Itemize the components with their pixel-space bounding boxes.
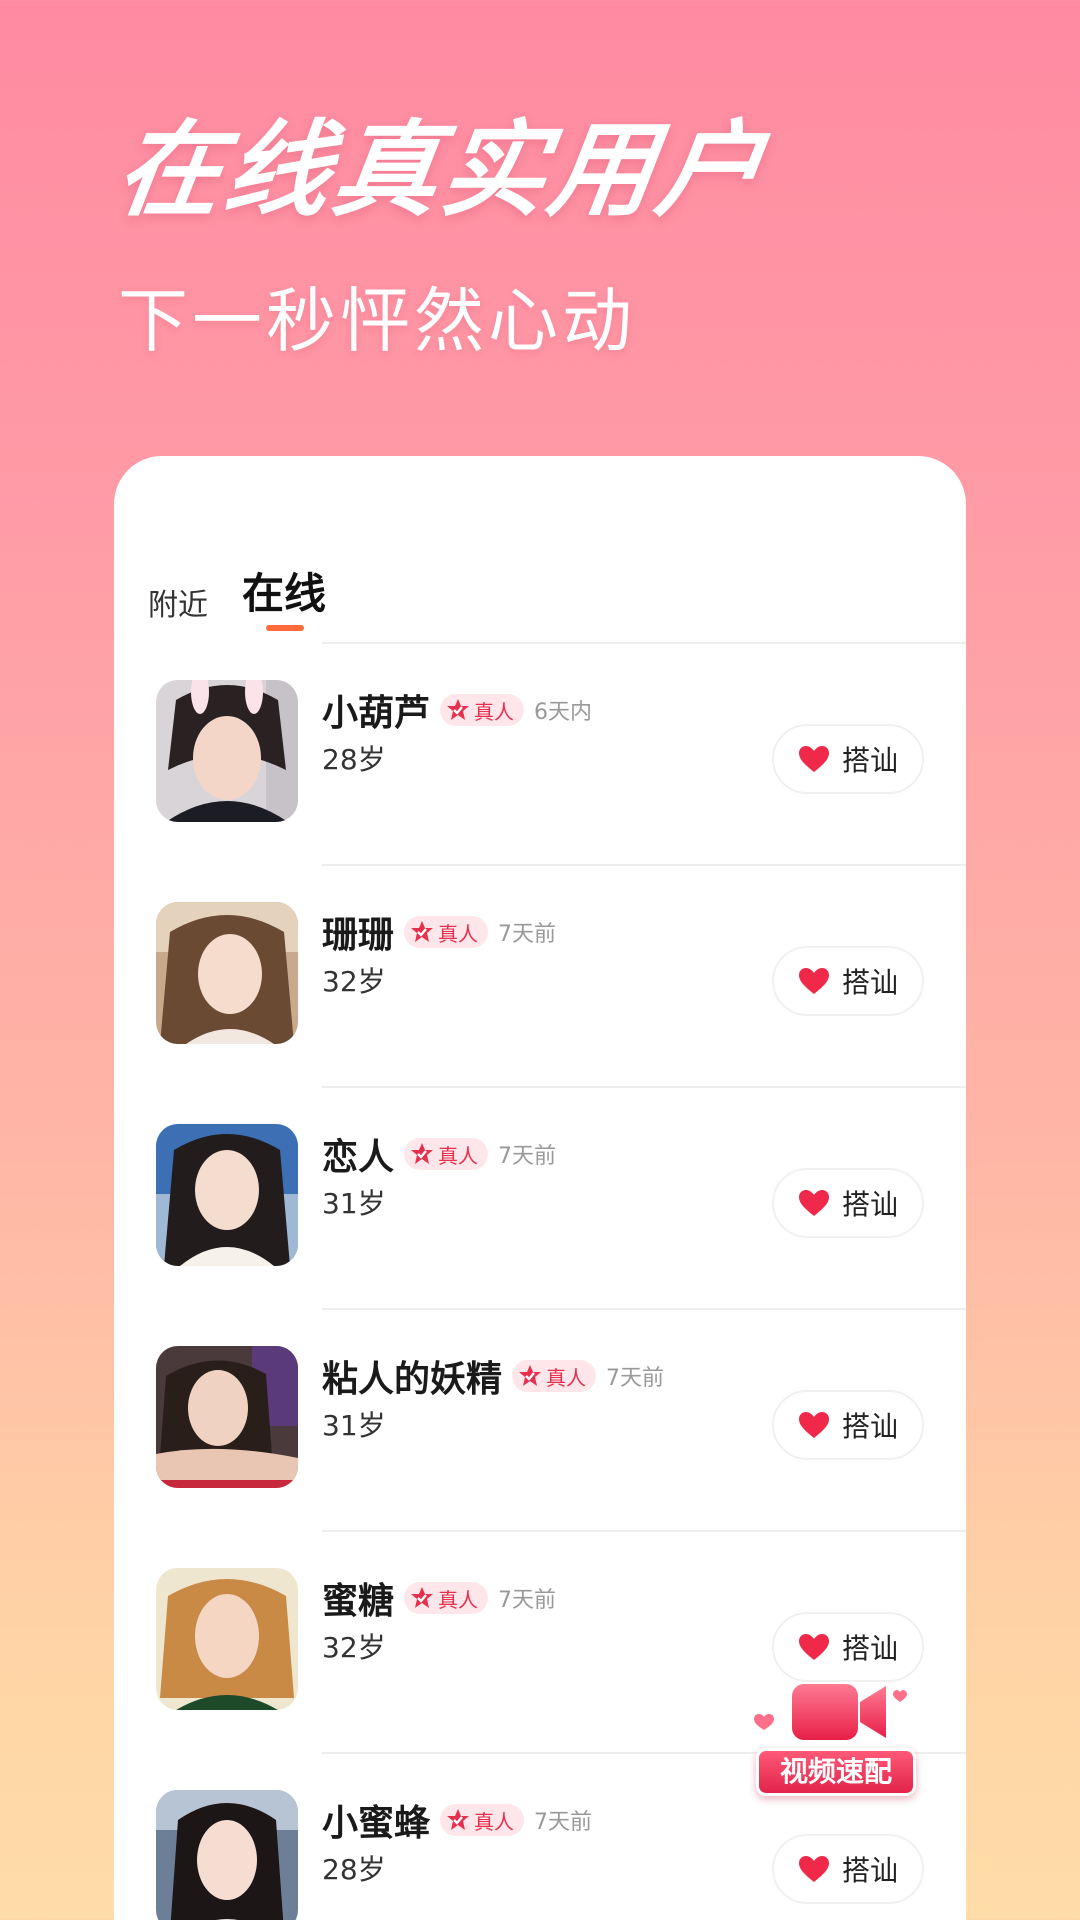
last-active: 7天前 bbox=[534, 1810, 593, 1835]
greet-button[interactable]: 搭讪 bbox=[772, 1390, 924, 1460]
video-match-label: 视频速配 bbox=[756, 1748, 916, 1796]
tab-online[interactable]: 在线 bbox=[242, 560, 326, 621]
badge-label: 真人 bbox=[438, 1143, 479, 1168]
verified-badge: 真人 bbox=[512, 1360, 597, 1392]
hero-subtitle: 下一秒怦然心动 bbox=[118, 280, 636, 362]
greet-label: 搭讪 bbox=[841, 1410, 898, 1443]
user-row[interactable]: 小葫芦 真人 6天内 28岁 搭讪 bbox=[114, 644, 966, 866]
last-active: 7天前 bbox=[498, 1144, 557, 1169]
badge-label: 真人 bbox=[474, 1809, 515, 1834]
star-badge-icon bbox=[447, 1809, 470, 1830]
last-active: 7天前 bbox=[498, 1588, 557, 1613]
avatar[interactable] bbox=[156, 1790, 298, 1920]
user-name: 珊珊 bbox=[322, 915, 395, 956]
user-name: 小蜜蜂 bbox=[322, 1803, 431, 1844]
badge-label: 真人 bbox=[474, 699, 515, 724]
user-age: 32岁 bbox=[322, 1631, 386, 1664]
heart-icon bbox=[798, 968, 829, 994]
avatar[interactable] bbox=[156, 1124, 298, 1266]
badge-label: 真人 bbox=[546, 1365, 587, 1390]
heart-icon bbox=[798, 1634, 829, 1660]
star-badge-icon bbox=[411, 921, 434, 942]
video-match-button[interactable]: 视频速配 bbox=[752, 1672, 924, 1812]
user-name: 粘人的妖精 bbox=[322, 1359, 503, 1400]
user-age: 31岁 bbox=[322, 1409, 386, 1442]
user-row[interactable]: 粘人的妖精 真人 7天前 31岁 搭讪 bbox=[114, 1310, 966, 1532]
avatar[interactable] bbox=[156, 1346, 298, 1488]
verified-badge: 真人 bbox=[404, 1582, 489, 1614]
user-name: 小葫芦 bbox=[322, 693, 431, 734]
last-active: 7天前 bbox=[498, 922, 557, 947]
greet-button[interactable]: 搭讪 bbox=[772, 1168, 924, 1238]
star-badge-icon bbox=[411, 1587, 434, 1608]
last-active: 7天前 bbox=[606, 1366, 665, 1391]
user-row[interactable]: 珊珊 真人 7天前 32岁 搭讪 bbox=[114, 866, 966, 1088]
last-active: 6天内 bbox=[534, 700, 593, 725]
user-name: 蜜糖 bbox=[322, 1581, 395, 1622]
verified-badge: 真人 bbox=[440, 694, 525, 726]
avatar[interactable] bbox=[156, 1568, 298, 1710]
user-age: 28岁 bbox=[322, 743, 386, 776]
user-age: 31岁 bbox=[322, 1187, 386, 1220]
tab-nearby[interactable]: 附近 bbox=[148, 580, 208, 624]
hero-title: 在线真实用户 bbox=[109, 109, 775, 231]
heart-icon bbox=[798, 746, 829, 772]
greet-label: 搭讪 bbox=[841, 1854, 898, 1887]
star-badge-icon bbox=[519, 1365, 542, 1386]
heart-icon bbox=[798, 1190, 829, 1216]
heart-icon bbox=[798, 1412, 829, 1438]
user-row[interactable]: 恋人 真人 7天前 31岁 搭讪 bbox=[114, 1088, 966, 1310]
greet-label: 搭讪 bbox=[841, 966, 898, 999]
greet-label: 搭讪 bbox=[841, 1188, 898, 1221]
greet-button[interactable]: 搭讪 bbox=[772, 946, 924, 1016]
greet-label: 搭讪 bbox=[841, 1632, 898, 1665]
greet-label: 搭讪 bbox=[841, 744, 898, 777]
avatar[interactable] bbox=[156, 902, 298, 1044]
badge-label: 真人 bbox=[438, 1587, 479, 1612]
avatar[interactable] bbox=[156, 680, 298, 822]
greet-button[interactable]: 搭讪 bbox=[772, 724, 924, 794]
verified-badge: 真人 bbox=[404, 916, 489, 948]
active-tab-indicator bbox=[266, 625, 304, 631]
greet-button[interactable]: 搭讪 bbox=[772, 1834, 924, 1904]
heart-icon bbox=[798, 1856, 829, 1882]
user-age: 28岁 bbox=[322, 1853, 386, 1886]
verified-badge: 真人 bbox=[404, 1138, 489, 1170]
star-badge-icon bbox=[411, 1143, 434, 1164]
verified-badge: 真人 bbox=[440, 1804, 525, 1836]
user-age: 32岁 bbox=[322, 965, 386, 998]
badge-label: 真人 bbox=[438, 921, 479, 946]
user-name: 恋人 bbox=[322, 1137, 395, 1178]
star-badge-icon bbox=[447, 699, 470, 720]
